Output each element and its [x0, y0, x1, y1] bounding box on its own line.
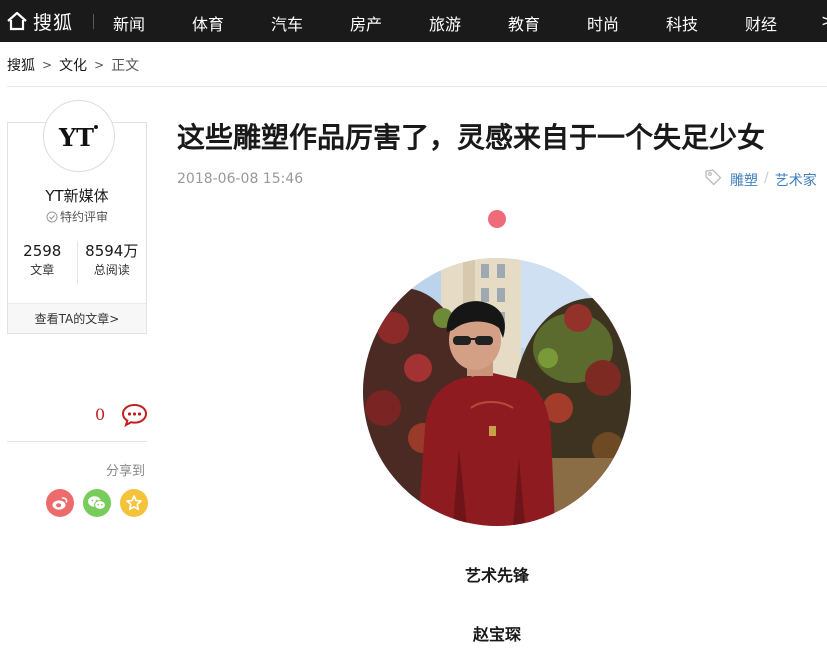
view-author-articles-link[interactable]: 查看TA的文章>: [8, 303, 146, 333]
avatar-logo: YT: [48, 105, 110, 167]
author-badge: 特约评审: [8, 208, 146, 225]
home-icon: [7, 11, 27, 31]
share-wechat-button[interactable]: [83, 489, 111, 517]
tag-icon: [705, 169, 722, 186]
sohu-logo[interactable]: 搜狐: [6, 8, 73, 34]
nav-item-fashion[interactable]: 时尚: [587, 11, 619, 35]
verified-icon: [46, 211, 58, 222]
article-time: 2018-06-08 15:46: [177, 171, 304, 187]
tag-link[interactable]: 雕塑: [730, 170, 758, 190]
nav-divider: [93, 14, 94, 29]
comment-icon[interactable]: [121, 403, 148, 427]
stat-articles: 2598 文章: [8, 241, 77, 285]
logo-text: 搜狐: [33, 11, 74, 34]
article-tags: 雕塑 / 艺术家: [730, 170, 817, 190]
nav-item-news[interactable]: 新闻: [113, 11, 145, 35]
artist-name: 赵宝琛: [472, 625, 521, 644]
article-title: 这些雕塑作品厉害了，灵感来自于一个失足少女: [177, 121, 766, 154]
articles-label: 文章: [30, 263, 55, 277]
breadcrumb-current: 正文: [111, 58, 140, 74]
tag-link[interactable]: 艺术家: [775, 170, 817, 190]
avatar-text: YT: [58, 123, 94, 151]
yt-logo-icon: YT: [58, 123, 98, 151]
nav-item-education[interactable]: 教育: [508, 11, 540, 35]
stat-reads: 8594万 总阅读: [76, 241, 147, 285]
author-name[interactable]: YT新媒体: [8, 185, 146, 206]
nav-item-more[interactable]: >: [821, 11, 827, 30]
author-card: YT YT新媒体 特约评审 2598 文章 8594万 总阅读 查看TA的文章>: [7, 100, 147, 334]
decorative-dot: [488, 210, 506, 228]
header-divider: [7, 86, 827, 87]
top-nav: 搜狐 新闻 体育 汽车 房产 旅游 教育 时尚 科技 财经 >: [0, 0, 827, 42]
breadcrumb: 搜狐 > 文化 > 正文: [7, 55, 139, 75]
photo-caption: 艺术先锋: [464, 566, 529, 585]
author-stats: 2598 文章 8594万 总阅读: [8, 241, 146, 285]
author-badge-label: 特约评审: [59, 210, 108, 224]
nav-item-sports[interactable]: 体育: [192, 11, 224, 35]
breadcrumb-home[interactable]: 搜狐: [7, 55, 35, 75]
favorite-button[interactable]: [120, 489, 148, 517]
nav-item-finance[interactable]: 财经: [745, 11, 777, 35]
breadcrumb-separator: >: [42, 58, 53, 72]
reads-label: 总阅读: [93, 263, 130, 277]
nav-item-auto[interactable]: 汽车: [271, 11, 303, 35]
avatar[interactable]: YT: [43, 100, 115, 172]
articles-count: 2598: [23, 242, 62, 260]
share-label: 分享到: [106, 464, 146, 479]
nav-item-tech[interactable]: 科技: [666, 11, 698, 35]
nav-item-travel[interactable]: 旅游: [429, 11, 461, 35]
article-photo[interactable]: [363, 258, 631, 526]
nav-item-house[interactable]: 房产: [350, 11, 382, 35]
star-icon: [126, 495, 142, 511]
weibo-icon: [52, 497, 68, 510]
share-weibo-button[interactable]: [46, 489, 74, 517]
side-divider: [7, 441, 147, 442]
reads-count: 8594万: [85, 242, 139, 260]
tag-separator: /: [764, 170, 769, 186]
wechat-icon: [88, 496, 106, 510]
portrait-illustration: [363, 258, 631, 526]
comment-count[interactable]: 0: [95, 405, 105, 424]
breadcrumb-separator: >: [94, 58, 105, 72]
breadcrumb-section[interactable]: 文化: [59, 55, 87, 75]
